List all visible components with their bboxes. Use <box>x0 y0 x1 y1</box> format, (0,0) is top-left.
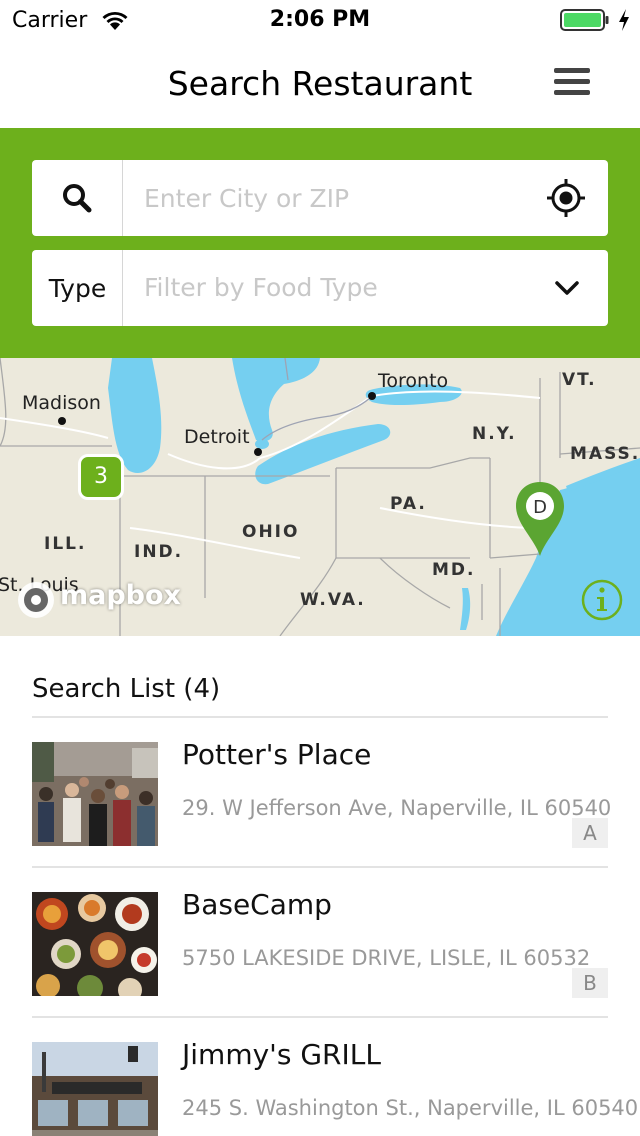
map-marker-badge: A <box>572 818 608 848</box>
info-icon[interactable] <box>580 578 624 622</box>
state-label-pa: PA. <box>390 494 427 514</box>
search-list-title: Search List (4) <box>32 674 221 704</box>
city-label-madison: Madison <box>22 392 101 414</box>
state-label-ind: IND. <box>134 542 184 562</box>
restaurant-name: Potter's Place <box>182 738 372 771</box>
city-label-detroit: Detroit <box>184 426 250 448</box>
battery-icon <box>560 9 609 31</box>
clock-time: 2:06 PM <box>269 7 371 32</box>
food-type-filter[interactable]: Type Filter by Food Type <box>32 250 608 326</box>
restaurant-name: BaseCamp <box>182 888 332 921</box>
charging-bolt-icon <box>619 9 629 31</box>
restaurant-list: Potter's Place 29. W Jefferson Ave, Nape… <box>0 718 640 1136</box>
map-marker-badge: B <box>572 968 608 998</box>
hamburger-menu-icon[interactable] <box>548 64 596 104</box>
state-label-ill: ILL. <box>44 534 87 554</box>
mapbox-logo-icon[interactable] <box>16 580 56 620</box>
type-label: Type <box>48 274 107 303</box>
city-dot-detroit <box>254 448 262 456</box>
chevron-down-icon[interactable] <box>554 276 580 300</box>
nav-bar: Search Restaurant <box>0 40 640 128</box>
restaurant-list-item[interactable]: Jimmy's GRILL 245 S. Washington St., Nap… <box>0 1018 640 1136</box>
state-label-mass: MASS. <box>570 444 640 464</box>
city-label-toronto: Toronto <box>378 370 449 392</box>
map-pin-letter: D <box>533 497 547 518</box>
type-label-cell: Type <box>32 250 123 326</box>
cluster-marker[interactable]: 3 <box>78 454 124 500</box>
search-icon-cell <box>32 160 123 236</box>
restaurant-address: 5750 LAKESIDE DRIVE, LISLE, IL 60532 <box>182 946 591 970</box>
restaurant-photo-storefront <box>32 1042 158 1136</box>
state-label-ny: N.Y. <box>472 424 517 444</box>
mapbox-attribution[interactable]: mapbox <box>60 580 181 611</box>
city-search-field <box>32 160 608 236</box>
crosshair-locate-icon[interactable] <box>546 178 586 218</box>
restaurant-name: Jimmy's GRILL <box>182 1038 381 1071</box>
state-label-wva: W.VA. <box>300 590 366 610</box>
state-label-md: MD. <box>432 560 476 580</box>
restaurant-list-item[interactable]: Potter's Place 29. W Jefferson Ave, Nape… <box>0 718 640 868</box>
city-dot-madison <box>58 417 66 425</box>
restaurant-address: 245 S. Washington St., Naperville, IL 60… <box>182 1096 639 1120</box>
state-label-vt: VT. <box>562 370 597 390</box>
filter-panel: Type Filter by Food Type <box>0 128 640 358</box>
search-icon <box>63 184 92 213</box>
restaurant-photo-food <box>32 892 158 996</box>
state-label-ohio: OHIO <box>242 522 300 542</box>
restaurant-photo-crowd <box>32 742 158 846</box>
page-title: Search Restaurant <box>167 64 473 103</box>
restaurant-address: 29. W Jefferson Ave, Naperville, IL 6054… <box>182 796 612 820</box>
restaurant-list-item[interactable]: BaseCamp 5750 LAKESIDE DRIVE, LISLE, IL … <box>0 868 640 1018</box>
city-zip-input[interactable] <box>144 178 534 218</box>
map-view[interactable]: Madison Detroit Toronto St. Louis VT. N.… <box>0 358 640 636</box>
city-dot-toronto <box>368 392 376 400</box>
food-type-select[interactable]: Filter by Food Type <box>144 273 378 302</box>
status-bar: Carrier 2:06 PM <box>0 0 640 40</box>
